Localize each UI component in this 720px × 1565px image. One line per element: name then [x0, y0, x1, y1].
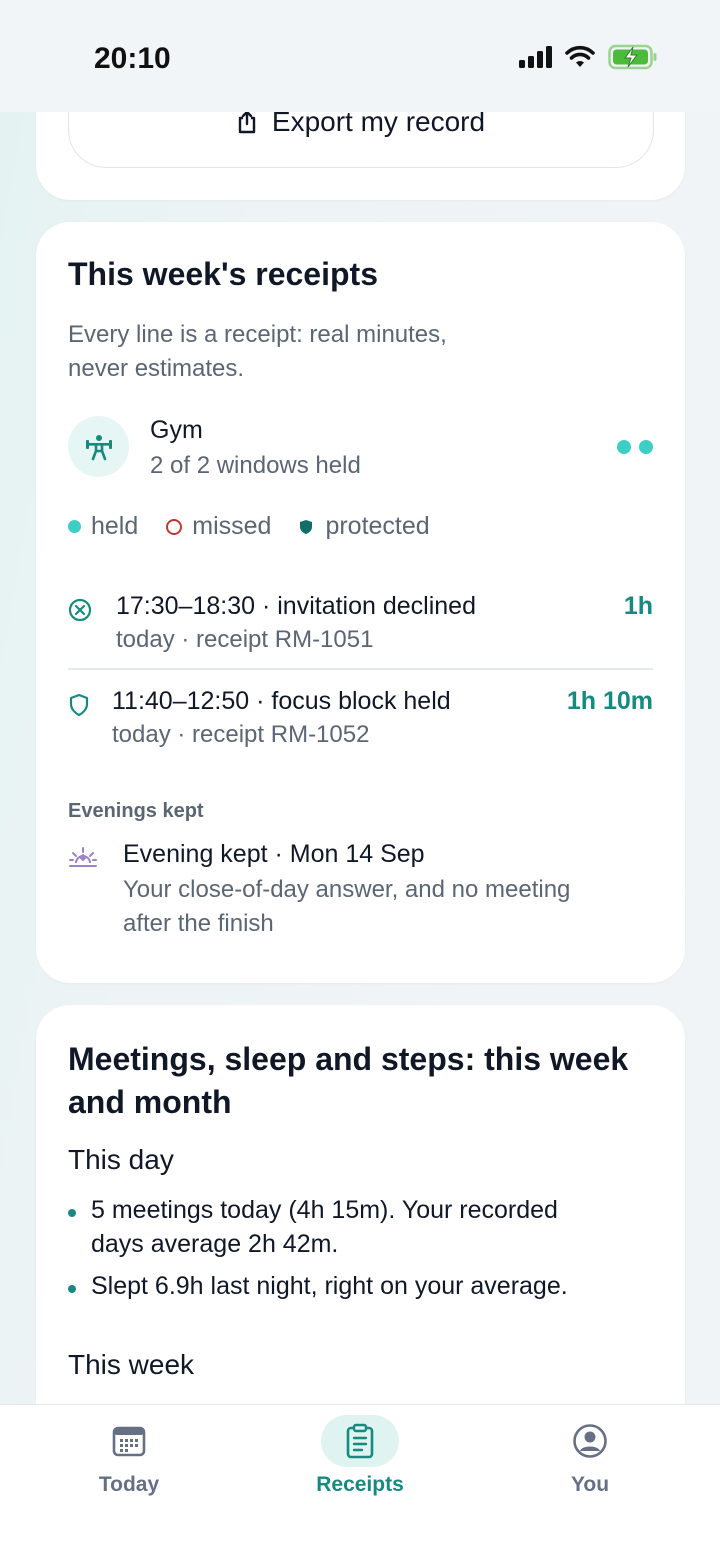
evening-desc-line1: Your close-of-day answer, and no meeting [123, 876, 571, 903]
receipts-subtitle-line2: never estimates. [68, 355, 245, 382]
row-divider [68, 668, 653, 670]
receipts-card: This week's receipts Every line is a rec… [36, 222, 685, 983]
sunset-icon [69, 847, 97, 867]
calendar-icon [112, 1426, 146, 1457]
tab-you-label: You [570, 1473, 610, 1496]
legend-protected-label: protected [325, 512, 430, 540]
receipt-row-sub: today · receipt RM-1051 [116, 626, 374, 653]
receipt-row[interactable]: 17:30–18:30 · invitation declined today … [36, 582, 685, 668]
meetings-title: Meetings, sleep and steps: this week and… [68, 1038, 628, 1124]
clipboard-icon [346, 1423, 374, 1459]
held-dot [617, 440, 631, 454]
list-item: Slept 6.9h last night, right on your ave… [68, 1269, 658, 1303]
receipts-subtitle-line1: Every line is a receipt: real minutes, [68, 321, 447, 348]
protected-shield-icon [300, 519, 313, 534]
receipt-row-duration: 1h [623, 592, 653, 620]
receipt-row[interactable]: 11:40–12:50 · focus block held today · r… [36, 677, 685, 763]
missed-ring-icon [166, 518, 183, 535]
legend-held: held [68, 512, 138, 541]
evening-title: Evening kept · Mon 14 Sep [123, 840, 425, 868]
legend-missed-label: missed [192, 512, 272, 540]
evenings-heading: Evenings kept [68, 800, 204, 822]
receipts-title: This week's receipts [68, 256, 378, 292]
legend-held-label: held [91, 512, 139, 540]
tab-receipts-label: Receipts [316, 1473, 404, 1496]
shield-icon [69, 693, 89, 717]
receipt-row-title: 17:30–18:30 · invitation declined [116, 592, 476, 620]
tab-today-icon-wrap [90, 1415, 168, 1467]
held-dot-icon [68, 520, 81, 533]
receipt-row-sub: today · receipt RM-1052 [112, 721, 370, 748]
status-icons [519, 44, 658, 70]
wifi-icon [565, 45, 595, 67]
legend-protected: protected [299, 512, 430, 541]
circle-x-icon [68, 598, 92, 622]
this-week-heading: This week [68, 1349, 195, 1380]
meetings-title-line1: Meetings, sleep and steps: this week [68, 1041, 629, 1077]
evening-desc: Your close-of-day answer, and no meeting… [123, 873, 570, 941]
export-icon [238, 110, 256, 134]
user-circle-icon [573, 1424, 607, 1458]
receipt-row-title: 11:40–12:50 · focus block held [112, 687, 451, 715]
list-item-line1: Slept 6.9h last night, right on your ave… [91, 1272, 568, 1300]
receipts-subtitle: Every line is a receipt: real minutes, n… [68, 318, 447, 386]
habit-window-dots [617, 440, 653, 454]
evening-desc-line2: after the finish [123, 910, 274, 937]
habit-status: 2 of 2 windows held [150, 452, 361, 479]
held-dot [639, 440, 653, 454]
list-item: 5 meetings today (4h 15m). Your recorded… [68, 1193, 658, 1261]
habit-name: Gym [150, 416, 203, 444]
tab-bar: Today Receipts You [0, 1404, 720, 1565]
weightlifter-icon [68, 416, 129, 477]
signal-icon [519, 46, 552, 68]
list-item-line2: days average 2h 42m. [91, 1230, 339, 1258]
battery-charging-icon [608, 44, 657, 70]
tab-today-label: Today [98, 1473, 160, 1496]
receipt-row-duration: 1h 10m [566, 687, 653, 715]
meetings-title-line2: and month [68, 1084, 232, 1120]
status-time: 20:10 [94, 42, 171, 75]
list-item-line1: 5 meetings today (4h 15m). Your recorded [91, 1196, 558, 1224]
this-day-heading: This day [68, 1144, 174, 1175]
meetings-card: Meetings, sleep and steps: this week and… [36, 1005, 685, 1435]
status-bar: 20:10 [0, 0, 720, 112]
legend: held missed protected [68, 512, 458, 541]
tab-receipts-icon-wrap [321, 1415, 399, 1467]
tab-you-icon-wrap [551, 1415, 629, 1467]
legend-missed: missed [166, 512, 271, 541]
